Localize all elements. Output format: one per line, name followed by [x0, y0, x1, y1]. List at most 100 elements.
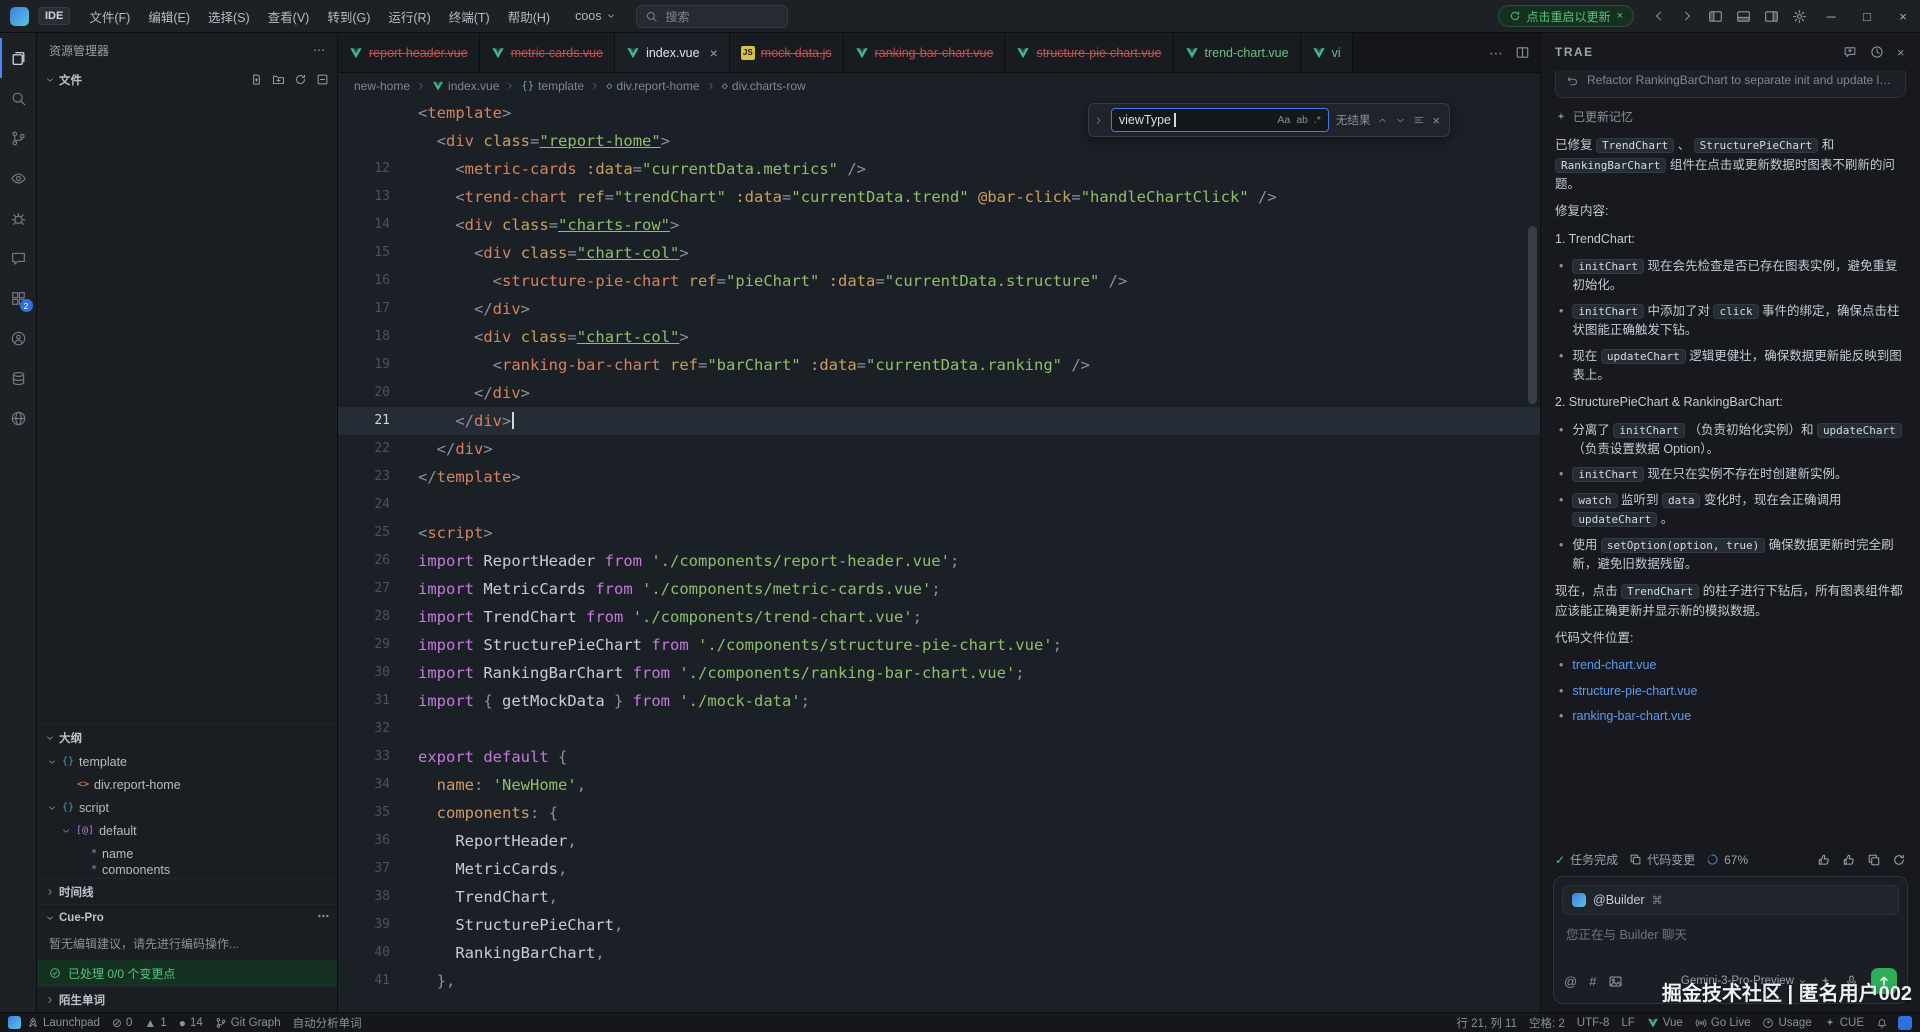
breadcrumb-item-template[interactable]: {}template	[521, 79, 584, 93]
model-selector[interactable]: Gemini-3-Pro-Preview	[1681, 975, 1807, 987]
regenerate-icon[interactable]	[1892, 853, 1906, 867]
code-line[interactable]: 30import RankingBarChart from './compone…	[338, 659, 1540, 687]
code-line[interactable]: 31import { getMockData } from './mock-da…	[338, 687, 1540, 715]
status-go-live[interactable]: Go Live	[1689, 1013, 1757, 1032]
find-previous-icon[interactable]	[1377, 115, 1388, 126]
words-section-header[interactable]: 陌生单词	[37, 987, 337, 1012]
outline-item-default[interactable]: [@]default	[37, 819, 337, 842]
match-case-toggle[interactable]: Aa	[1277, 114, 1290, 126]
outline-item-script[interactable]: {}script	[37, 796, 337, 819]
code-line[interactable]: 32	[338, 715, 1540, 743]
code-line[interactable]: 34 name: 'NewHome',	[338, 771, 1540, 799]
toggle-right-panel-button[interactable]	[1758, 4, 1784, 28]
activity-debug[interactable]	[0, 198, 37, 238]
tab-structure-pie-chart.vue[interactable]: structure-pie-chart.vue	[1005, 33, 1173, 72]
activity-extensions[interactable]: 2	[0, 278, 37, 318]
status-warnings[interactable]: ▲1	[138, 1013, 172, 1032]
status-cursor-position[interactable]: 行 21, 列 11	[1450, 1013, 1523, 1032]
mention-icon[interactable]: @	[1564, 975, 1577, 988]
copy-response-icon[interactable]	[1867, 853, 1881, 867]
close-panel-icon[interactable]: ×	[1897, 46, 1906, 59]
file-link-trend-chart.vue[interactable]: trend-chart.vue	[1572, 656, 1656, 675]
activity-chat[interactable]	[0, 238, 37, 278]
history-checkpoint-pill[interactable]: Refactor RankingBarChart to separate ini…	[1555, 71, 1906, 98]
tab-report-header.vue[interactable]: report-header.vue	[338, 33, 480, 72]
chat-input[interactable]: 您正在与 Builder 聊天	[1554, 915, 1907, 967]
window-maximize-button[interactable]: □	[1850, 0, 1884, 33]
code-line[interactable]: 24	[338, 491, 1540, 519]
code-line[interactable]: 12 <metric-cards :data="currentData.metr…	[338, 155, 1540, 183]
chat-messages[interactable]: Refactor RankingBarChart to separate ini…	[1541, 71, 1920, 847]
thumb-up-icon[interactable]	[1817, 853, 1831, 867]
code-line[interactable]: 41 },	[338, 967, 1540, 995]
code-line[interactable]: 18 <div class="chart-col">	[338, 323, 1540, 351]
outline-item-components[interactable]: *components	[37, 865, 337, 874]
tab-trend-chart.vue[interactable]: trend-chart.vue	[1174, 33, 1301, 72]
mic-icon[interactable]	[1844, 974, 1859, 989]
outline-item-div.report-home[interactable]: <>div.report-home	[37, 773, 337, 796]
nav-forward-button[interactable]	[1674, 4, 1700, 28]
whole-word-toggle[interactable]: ab	[1296, 114, 1308, 126]
menu-转到(G)[interactable]: 转到(G)	[318, 3, 379, 30]
status-cue[interactable]: CUE	[1818, 1013, 1870, 1032]
status-errors[interactable]: ⊘0	[106, 1013, 138, 1032]
breadcrumb-item-new-home[interactable]: new-home	[354, 79, 410, 93]
editor-scrollbar[interactable]	[1528, 226, 1537, 404]
status-eol[interactable]: LF	[1615, 1013, 1640, 1032]
new-file-icon[interactable]	[250, 73, 263, 86]
tab-index.vue[interactable]: index.vue×	[615, 33, 730, 72]
status-usage[interactable]: Usage	[1756, 1013, 1817, 1032]
code-line[interactable]: 17 </div>	[338, 295, 1540, 323]
statusbar-logo-icon[interactable]	[8, 1016, 21, 1029]
toggle-replace-icon[interactable]	[1093, 115, 1104, 126]
toggle-left-panel-button[interactable]	[1702, 4, 1728, 28]
code-line[interactable]: 36 ReportHeader,	[338, 827, 1540, 855]
toggle-bottom-panel-button[interactable]	[1730, 4, 1756, 28]
code-line[interactable]: 19 <ranking-bar-chart ref="barChart" :da…	[338, 351, 1540, 379]
code-line[interactable]: 40 RankingBarChart,	[338, 939, 1540, 967]
menu-帮助(H)[interactable]: 帮助(H)	[499, 3, 559, 30]
status-notices[interactable]: ●14	[173, 1013, 209, 1032]
status-git-graph[interactable]: Git Graph	[209, 1013, 287, 1032]
global-search-box[interactable]: 搜索	[636, 5, 788, 28]
feedback-icon[interactable]	[1898, 1016, 1912, 1030]
code-line[interactable]: 20 </div>	[338, 379, 1540, 407]
code-line[interactable]: 16 <structure-pie-chart ref="pieChart" :…	[338, 267, 1540, 295]
cuepro-more-icon[interactable]: ⋯	[318, 912, 330, 924]
window-minimize-button[interactable]: ─	[1814, 0, 1848, 33]
enhance-prompt-icon[interactable]	[1819, 975, 1832, 988]
hash-icon[interactable]: #	[1589, 975, 1596, 988]
activity-account[interactable]	[0, 318, 37, 358]
breadcrumb-item-div.charts-row[interactable]: ◇div.charts-row	[722, 79, 806, 93]
breadcrumb-item-div.report-home[interactable]: ◇div.report-home	[606, 79, 699, 93]
code-line[interactable]: 28import TrendChart from './components/t…	[338, 603, 1540, 631]
close-find-icon[interactable]: ×	[1432, 113, 1440, 128]
close-tab-icon[interactable]: ×	[710, 45, 718, 61]
nav-back-button[interactable]	[1646, 4, 1672, 28]
sidebar-more-actions-icon[interactable]: ⋯	[313, 44, 325, 56]
settings-gear-icon[interactable]	[1786, 4, 1812, 28]
status-notifications[interactable]	[1870, 1013, 1894, 1032]
code-line[interactable]: 14 <div class="charts-row">	[338, 211, 1540, 239]
menu-运行(R)[interactable]: 运行(R)	[379, 3, 439, 30]
activity-watch[interactable]	[0, 158, 37, 198]
menu-选择(S)[interactable]: 选择(S)	[199, 3, 259, 30]
tab-mock-data.js[interactable]: JSmock-data.js	[730, 33, 844, 72]
outline-section-header[interactable]: 大纲	[37, 725, 337, 750]
code-line[interactable]: 35 components: {	[338, 799, 1540, 827]
find-in-selection-icon[interactable]	[1413, 114, 1425, 126]
more-tabs-icon[interactable]: ⋯	[1489, 46, 1503, 60]
find-next-icon[interactable]	[1395, 115, 1406, 126]
code-editor[interactable]: <template> <div class="report-home"> 12 …	[338, 99, 1540, 1012]
attach-image-icon[interactable]	[1608, 974, 1623, 989]
tab-vi[interactable]: vi	[1301, 33, 1353, 72]
code-line[interactable]: 15 <div class="chart-col">	[338, 239, 1540, 267]
window-close-button[interactable]: ×	[1886, 0, 1920, 33]
file-link-structure-pie-chart.vue[interactable]: structure-pie-chart.vue	[1572, 682, 1697, 701]
code-line[interactable]: 22 </div>	[338, 435, 1540, 463]
outline-item-name[interactable]: *name	[37, 842, 337, 865]
status-indentation[interactable]: 空格: 2	[1523, 1013, 1571, 1032]
menu-终端(T)[interactable]: 终端(T)	[440, 3, 499, 30]
code-line[interactable]: 21 </div>	[338, 407, 1540, 435]
code-line[interactable]: 27import MetricCards from './components/…	[338, 575, 1540, 603]
